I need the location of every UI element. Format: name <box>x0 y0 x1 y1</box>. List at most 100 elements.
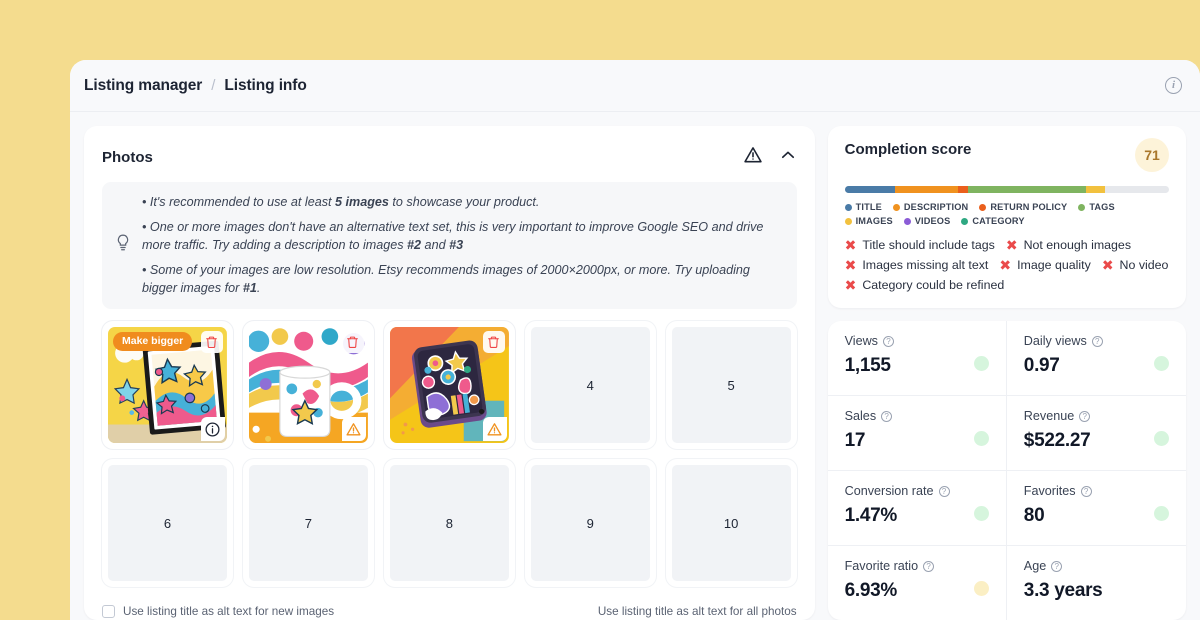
photo-slot-4[interactable]: 4 <box>524 321 656 450</box>
photos-card: Photos • It's recommended to use at leas… <box>84 126 815 620</box>
question-circle-icon[interactable]: ? <box>881 410 893 422</box>
delete-photo-icon[interactable] <box>341 331 364 354</box>
empty-slot-number[interactable]: 8 <box>389 465 509 582</box>
empty-slot-number[interactable]: 6 <box>108 465 227 582</box>
issue-images-missing-alt-text[interactable]: ✖ Images missing alt text <box>845 258 989 272</box>
question-circle-icon[interactable]: ? <box>1051 560 1063 572</box>
stat-favorite-ratio: Favorite ratio? 6.93% <box>828 546 1007 620</box>
legend-dot-icon <box>892 203 900 211</box>
legend-dot-icon <box>903 217 911 225</box>
stat-value: 6.93% <box>844 580 898 601</box>
stat-value: $522.27 <box>1023 430 1091 451</box>
photo-thumbnail-2[interactable] <box>248 327 368 444</box>
stat-label: Conversion rate <box>844 484 934 498</box>
x-mark-icon: ✖ <box>844 257 857 273</box>
breadcrumb-listing-manager[interactable]: Listing manager <box>84 77 202 95</box>
empty-slot-number[interactable]: 7 <box>248 465 368 582</box>
photo-slot-8[interactable]: 8 <box>383 459 515 588</box>
question-circle-icon[interactable]: ? <box>923 560 935 572</box>
stat-label: Favorite ratio <box>844 559 919 573</box>
use-title-all-photos-link[interactable]: Use listing title as alt text for all ph… <box>598 605 797 618</box>
stat-age: Age? 3.3 years <box>1007 546 1186 620</box>
stat-status-dot <box>973 506 989 521</box>
tip-emphasis: #1 <box>242 280 257 295</box>
photo-slot-2[interactable] <box>242 321 374 450</box>
recommendation-item: • It's recommended to use at least 5 ima… <box>142 194 783 212</box>
legend-dot-icon <box>844 203 852 211</box>
stat-status-dot <box>1154 356 1169 371</box>
stat-value: 0.97 <box>1023 355 1060 376</box>
stat-label: Daily views <box>1023 334 1087 348</box>
info-circle-icon[interactable]: i <box>1165 77 1182 94</box>
empty-slot-number[interactable]: 5 <box>671 327 791 444</box>
photo-slot-6[interactable]: 6 <box>102 459 233 588</box>
delete-photo-icon[interactable] <box>200 331 223 354</box>
legend-item-images: IMAGES <box>844 216 893 226</box>
photo-thumbnail-1[interactable]: Make bigger <box>108 327 227 444</box>
photo-warning-icon[interactable] <box>482 417 507 442</box>
x-mark-icon: ✖ <box>1005 237 1018 253</box>
content-area: Photos • It's recommended to use at leas… <box>70 112 1200 620</box>
legend-dot-icon <box>844 217 852 225</box>
question-circle-icon[interactable]: ? <box>1080 485 1092 497</box>
x-mark-icon: ✖ <box>1101 257 1114 273</box>
photo-info-icon[interactable] <box>200 417 225 442</box>
completion-score-header: Completion score 71 <box>844 138 1169 172</box>
tip-emphasis: 5 images <box>335 195 389 209</box>
empty-slot-number[interactable]: 9 <box>530 465 650 582</box>
stat-label-row: Favorite ratio? <box>845 559 990 573</box>
photo-slot-5[interactable]: 5 <box>665 321 797 450</box>
question-circle-icon[interactable]: ? <box>1091 335 1103 347</box>
stat-label: Views <box>844 334 878 348</box>
stat-label-row: Age? <box>1024 559 1170 573</box>
issue-image-quality[interactable]: ✖ Image quality <box>999 258 1090 272</box>
stat-label-row: Views? <box>845 334 990 348</box>
photo-slot-3[interactable] <box>383 321 515 450</box>
stat-value: 80 <box>1023 505 1045 526</box>
warning-triangle-icon[interactable] <box>743 145 763 170</box>
tip-emphasis: #2 <box>407 237 422 252</box>
recommendations-box: • It's recommended to use at least 5 ima… <box>102 182 797 310</box>
stat-label-row: Revenue? <box>1024 409 1170 423</box>
chevron-up-icon[interactable] <box>779 146 797 169</box>
stat-status-dot <box>1154 431 1169 446</box>
question-circle-icon[interactable]: ? <box>882 335 894 347</box>
issue-no-video[interactable]: ✖ No video <box>1102 258 1169 272</box>
alt-text-checkbox[interactable] <box>102 604 115 618</box>
stat-value: 1,155 <box>844 355 891 376</box>
breadcrumb-separator: / <box>211 77 216 94</box>
question-circle-icon[interactable]: ? <box>938 485 950 497</box>
legend-dot-icon <box>1078 203 1086 211</box>
issue-not-enough-images[interactable]: ✖ Not enough images <box>1006 238 1131 252</box>
stat-status-dot <box>973 356 989 371</box>
photo-slot-10[interactable]: 10 <box>665 459 797 588</box>
legend-item-description: DESCRIPTION <box>892 202 968 212</box>
photo-slot-1[interactable]: Make bigger <box>102 321 233 450</box>
breadcrumb-listing-info[interactable]: Listing info <box>224 77 306 95</box>
empty-slot-number[interactable]: 4 <box>530 327 650 444</box>
tip-text-mid: and <box>421 237 450 252</box>
photo-slot-7[interactable]: 7 <box>242 459 374 588</box>
make-bigger-badge[interactable]: Make bigger <box>113 332 193 352</box>
empty-slot-number[interactable]: 10 <box>671 465 791 582</box>
photo-grid: Make bigger 4 5 6 7 8 9 10 <box>102 321 797 588</box>
delete-photo-icon[interactable] <box>482 331 505 354</box>
completion-score-badge: 71 <box>1135 138 1169 172</box>
issue-category-could-be-refined[interactable]: ✖ Category could be refined <box>845 278 1005 292</box>
legend-label: CATEGORY <box>972 216 1025 226</box>
photo-warning-icon[interactable] <box>341 417 366 442</box>
photo-thumbnail-3[interactable] <box>389 327 509 444</box>
legend-label: RETURN POLICY <box>990 202 1068 212</box>
tip-text-end: . <box>256 280 261 295</box>
question-circle-icon[interactable]: ? <box>1079 410 1091 422</box>
issue-label: Images missing alt text <box>862 258 989 272</box>
issue-title-should-include-tags[interactable]: ✖ Title should include tags <box>845 238 995 252</box>
progress-segment-images <box>1086 186 1106 193</box>
completion-score-title: Completion score <box>844 141 972 158</box>
photo-slot-9[interactable]: 9 <box>524 459 656 588</box>
legend-item-title: TITLE <box>844 202 882 212</box>
legend-label: TAGS <box>1089 202 1115 212</box>
stat-label: Sales <box>844 409 877 423</box>
stat-sales: Sales? 17 <box>827 396 1007 471</box>
stat-label-row: Sales? <box>845 409 990 423</box>
